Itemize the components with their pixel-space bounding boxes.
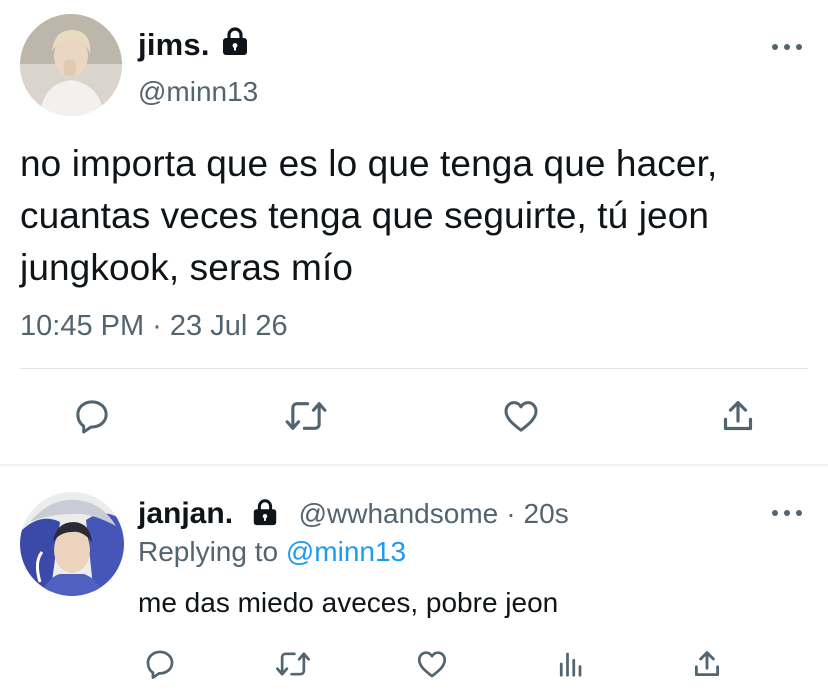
- replying-to-line: Replying to @minn13: [138, 536, 406, 568]
- divider: [20, 368, 808, 369]
- tweet-text: no importa que es lo que tenga que hacer…: [20, 143, 718, 288]
- main-author-name-row[interactable]: jims.: [138, 26, 250, 64]
- lock-icon: [251, 498, 279, 533]
- more-options-icon[interactable]: [772, 42, 802, 52]
- reply-icon[interactable]: [70, 394, 114, 438]
- separator-dot: ·: [506, 498, 516, 529]
- replying-to-label: Replying to: [138, 536, 279, 567]
- analytics-icon[interactable]: [552, 646, 588, 682]
- share-icon[interactable]: [688, 646, 726, 682]
- reply-handle[interactable]: @wwhandsome: [299, 498, 499, 529]
- reply-header: janjan. @wwhandsome · 20s: [138, 497, 569, 533]
- tweet-timestamp[interactable]: 10:45 PM · 23 Jul 26: [20, 310, 288, 343]
- retweet-icon[interactable]: [272, 646, 314, 682]
- reply-avatar[interactable]: [20, 492, 124, 596]
- section-divider: [0, 464, 828, 466]
- lock-icon: [220, 26, 250, 64]
- retweet-icon[interactable]: [282, 394, 330, 438]
- reply-time[interactable]: 20s: [524, 498, 569, 529]
- more-options-icon[interactable]: [772, 508, 802, 518]
- main-handle[interactable]: @minn13: [138, 76, 258, 108]
- like-icon[interactable]: [412, 646, 452, 682]
- reply-icon[interactable]: [140, 646, 180, 682]
- reply-display-name[interactable]: janjan.: [138, 497, 233, 530]
- mention-link[interactable]: @minn13: [286, 536, 406, 567]
- like-icon[interactable]: [498, 394, 544, 438]
- share-icon[interactable]: [716, 394, 760, 438]
- reply-text: me das miedo aveces, pobre jeon: [138, 587, 559, 618]
- main-avatar[interactable]: [20, 14, 122, 116]
- main-display-name[interactable]: jims.: [138, 27, 210, 63]
